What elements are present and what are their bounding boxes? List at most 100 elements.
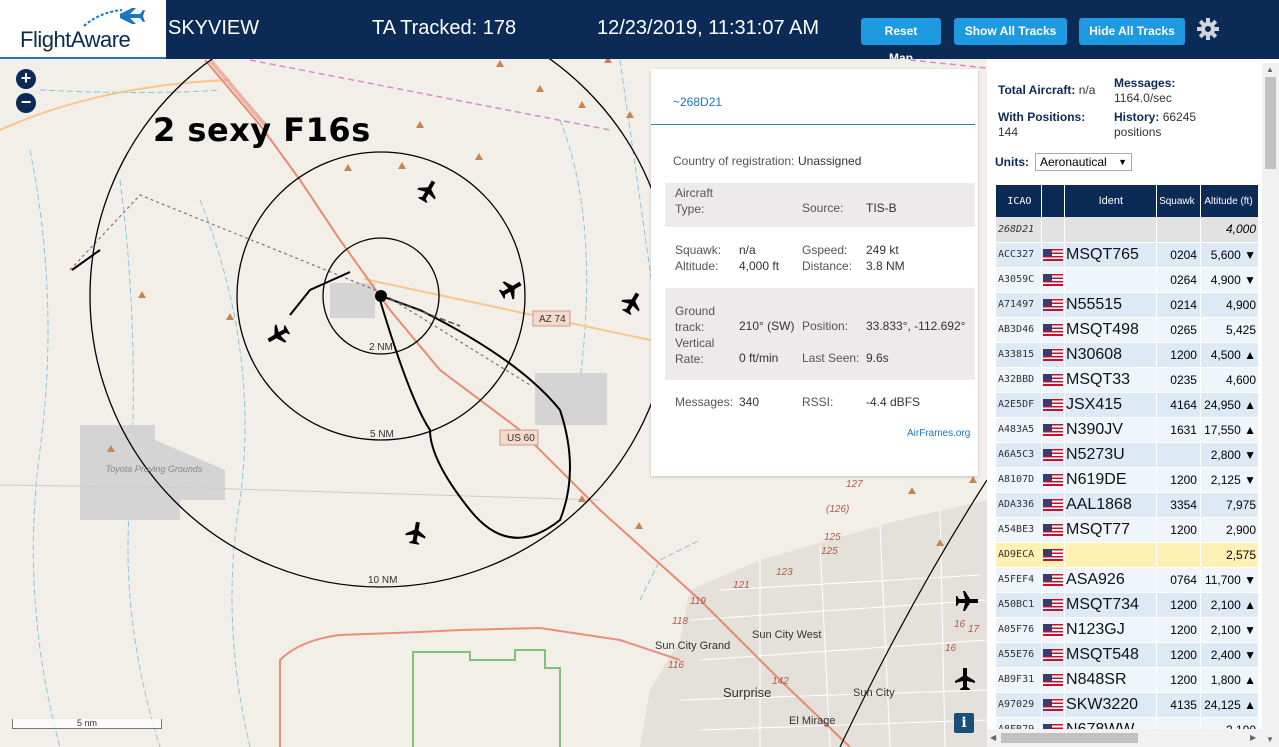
flag-cell bbox=[1041, 217, 1066, 243]
icao-cell: A50BC1 bbox=[996, 592, 1042, 618]
col-ident[interactable]: Ident bbox=[1064, 185, 1157, 217]
ident-cell: MSQT765 bbox=[1064, 242, 1157, 268]
squawk-cell: 1631 bbox=[1156, 417, 1201, 443]
ident-cell: MSQT734 bbox=[1064, 592, 1157, 618]
flag-cell bbox=[1041, 417, 1066, 443]
ident-cell bbox=[1064, 267, 1157, 293]
ident-cell: N5273U bbox=[1064, 442, 1157, 468]
us-flag-icon bbox=[1042, 298, 1063, 311]
info-icon[interactable]: i bbox=[954, 713, 974, 733]
aircraft-list-panel: Total Aircraft: n/a Messages: 1164.0/sec … bbox=[987, 59, 1279, 747]
col-flag[interactable] bbox=[1041, 185, 1066, 217]
table-row[interactable]: AD9ECA 2,575 bbox=[996, 542, 1260, 568]
ident-cell: N123GJ bbox=[1064, 617, 1157, 643]
us-flag-icon bbox=[1042, 523, 1063, 536]
table-row[interactable]: A97029 SKW3220 4135 24,125 ▲ bbox=[996, 692, 1260, 718]
ring-label-5nm: 5 NM bbox=[370, 429, 394, 440]
table-row[interactable]: A6A5C3 N5273U 2,800 ▼ bbox=[996, 442, 1260, 468]
scroll-up-icon[interactable]: ▲ bbox=[1266, 65, 1274, 74]
table-row[interactable]: ACC327 MSQT765 0204 5,600 ▼ bbox=[996, 242, 1260, 268]
altitude-cell: 4,000 bbox=[1200, 217, 1260, 243]
ident-cell: MSQT498 bbox=[1064, 317, 1157, 343]
table-row[interactable]: 268D21 4,000 bbox=[996, 217, 1260, 243]
table-row[interactable]: A2E5DF JSX415 4164 24,950 ▲ bbox=[996, 392, 1260, 418]
ident-cell bbox=[1064, 217, 1157, 243]
us-flag-icon bbox=[1042, 623, 1063, 636]
tracked-count: TA Tracked: 178 bbox=[372, 17, 517, 39]
us-flag-icon bbox=[1042, 423, 1063, 436]
col-altitude[interactable]: Altitude (ft) bbox=[1200, 185, 1260, 217]
icao-cell: ACC327 bbox=[996, 242, 1042, 268]
receiver-marker[interactable] bbox=[375, 290, 387, 302]
flag-cell bbox=[1041, 467, 1066, 493]
ident-cell: SKW3220 bbox=[1064, 692, 1157, 718]
horizontal-scrollbar[interactable]: ◀ ▶ bbox=[987, 729, 1262, 747]
table-row[interactable]: A71497 N55515 0214 4,900 bbox=[996, 292, 1260, 318]
flag-cell bbox=[1041, 267, 1066, 293]
road-label-us60: US 60 bbox=[507, 433, 535, 444]
scroll-right-icon[interactable]: ▶ bbox=[1250, 733, 1256, 742]
table-row[interactable]: A05F76 N123GJ 1200 2,100 ▼ bbox=[996, 617, 1260, 643]
svg-text:16: 16 bbox=[954, 619, 966, 630]
flightaware-logo[interactable]: FlightAware bbox=[0, 0, 166, 59]
track-position-band: Ground track: 210° (SW) Position: 33.833… bbox=[665, 288, 975, 380]
airframes-link[interactable]: AirFrames.org bbox=[907, 428, 970, 439]
squawk-cell: 0214 bbox=[1156, 292, 1201, 318]
icao-cell: AD9ECA bbox=[996, 542, 1042, 568]
total-aircraft-stat: Total Aircraft: n/a bbox=[998, 83, 1096, 97]
table-row[interactable]: A50BC1 MSQT734 1200 2,100 ▲ bbox=[996, 592, 1260, 618]
vertical-scrollbar[interactable]: ▲ ▼ bbox=[1262, 63, 1279, 747]
with-positions-stat: With Positions: 144 bbox=[998, 110, 1086, 139]
table-row[interactable]: A54BE3 MSQT77 1200 2,900 bbox=[996, 517, 1260, 543]
table-row[interactable]: A55E76 MSQT548 1200 2,400 ▼ bbox=[996, 642, 1260, 668]
place-toyota: Toyota Proving Grounds bbox=[106, 464, 203, 474]
flag-cell bbox=[1041, 692, 1066, 718]
table-row[interactable]: A3059C 0264 4,900 ▼ bbox=[996, 267, 1260, 293]
table-row[interactable]: AB9F31 N848SR 1200 1,800 ▲ bbox=[996, 667, 1260, 693]
popup-title[interactable]: ~268D21 bbox=[673, 95, 722, 109]
us-flag-icon bbox=[1042, 548, 1063, 561]
zoom-in-button[interactable]: + bbox=[16, 69, 36, 89]
show-all-tracks-button[interactable]: Show All Tracks bbox=[954, 18, 1067, 45]
flag-cell bbox=[1041, 667, 1066, 693]
ident-cell: N848SR bbox=[1064, 667, 1157, 693]
horizontal-scroll-thumb[interactable] bbox=[1001, 733, 1138, 743]
zoom-out-button[interactable]: − bbox=[16, 93, 36, 113]
svg-text:118: 118 bbox=[672, 616, 688, 627]
scale-bar: 5 nm bbox=[12, 719, 162, 729]
table-row[interactable]: ADA336 AAL1868 3354 7,975 bbox=[996, 492, 1260, 518]
units-select[interactable]: Aeronautical ▼ bbox=[1035, 153, 1132, 171]
boundary-dotted bbox=[69, 194, 531, 386]
icao-cell: AB9F31 bbox=[996, 667, 1042, 693]
altitude-cell: 1,800 ▲ bbox=[1200, 667, 1260, 693]
table-row[interactable]: A8107D N619DE 1200 2,125 ▼ bbox=[996, 467, 1260, 493]
scroll-left-icon[interactable]: ◀ bbox=[990, 733, 996, 742]
us-flag-icon bbox=[1042, 498, 1063, 511]
ident-cell: AAL1868 bbox=[1064, 492, 1157, 518]
flag-cell bbox=[1041, 492, 1066, 518]
icao-cell: A33815 bbox=[996, 342, 1042, 368]
table-row[interactable]: A483A5 N390JV 1631 17,550 ▲ bbox=[996, 417, 1260, 443]
skyview-app: FlightAware SKYVIEW TA Tracked: 178 12/2… bbox=[0, 0, 1279, 747]
table-row[interactable]: A32BBD MSQT33 0235 4,600 bbox=[996, 367, 1260, 393]
flag-cell bbox=[1041, 242, 1066, 268]
us-flag-icon bbox=[1042, 373, 1063, 386]
ident-cell: MSQT33 bbox=[1064, 367, 1157, 393]
ident-cell: MSQT77 bbox=[1064, 517, 1157, 543]
vertical-scroll-thumb[interactable] bbox=[1265, 77, 1276, 169]
table-row[interactable]: AB3D46 MSQT498 0265 5,425 bbox=[996, 317, 1260, 343]
hide-all-tracks-button[interactable]: Hide All Tracks bbox=[1079, 18, 1185, 45]
table-row[interactable]: A5FEF4 ASA926 0764 11,700 ▼ bbox=[996, 567, 1260, 593]
gear-icon[interactable] bbox=[1196, 17, 1220, 41]
ident-cell: MSQT548 bbox=[1064, 642, 1157, 668]
reset-map-button[interactable]: Reset Map bbox=[861, 18, 941, 65]
svg-text:119: 119 bbox=[690, 596, 706, 607]
col-icao[interactable]: ICAO bbox=[996, 185, 1042, 217]
ident-cell: JSX415 bbox=[1064, 392, 1157, 418]
history-stat: History: 66245 positions bbox=[1114, 110, 1197, 139]
scroll-down-icon[interactable]: ▼ bbox=[1266, 735, 1274, 744]
flag-cell bbox=[1041, 367, 1066, 393]
col-squawk[interactable]: Squawk bbox=[1156, 185, 1201, 217]
road-label-az74: AZ 74 bbox=[539, 314, 566, 325]
table-row[interactable]: A33815 N30608 1200 4,500 ▲ bbox=[996, 342, 1260, 368]
